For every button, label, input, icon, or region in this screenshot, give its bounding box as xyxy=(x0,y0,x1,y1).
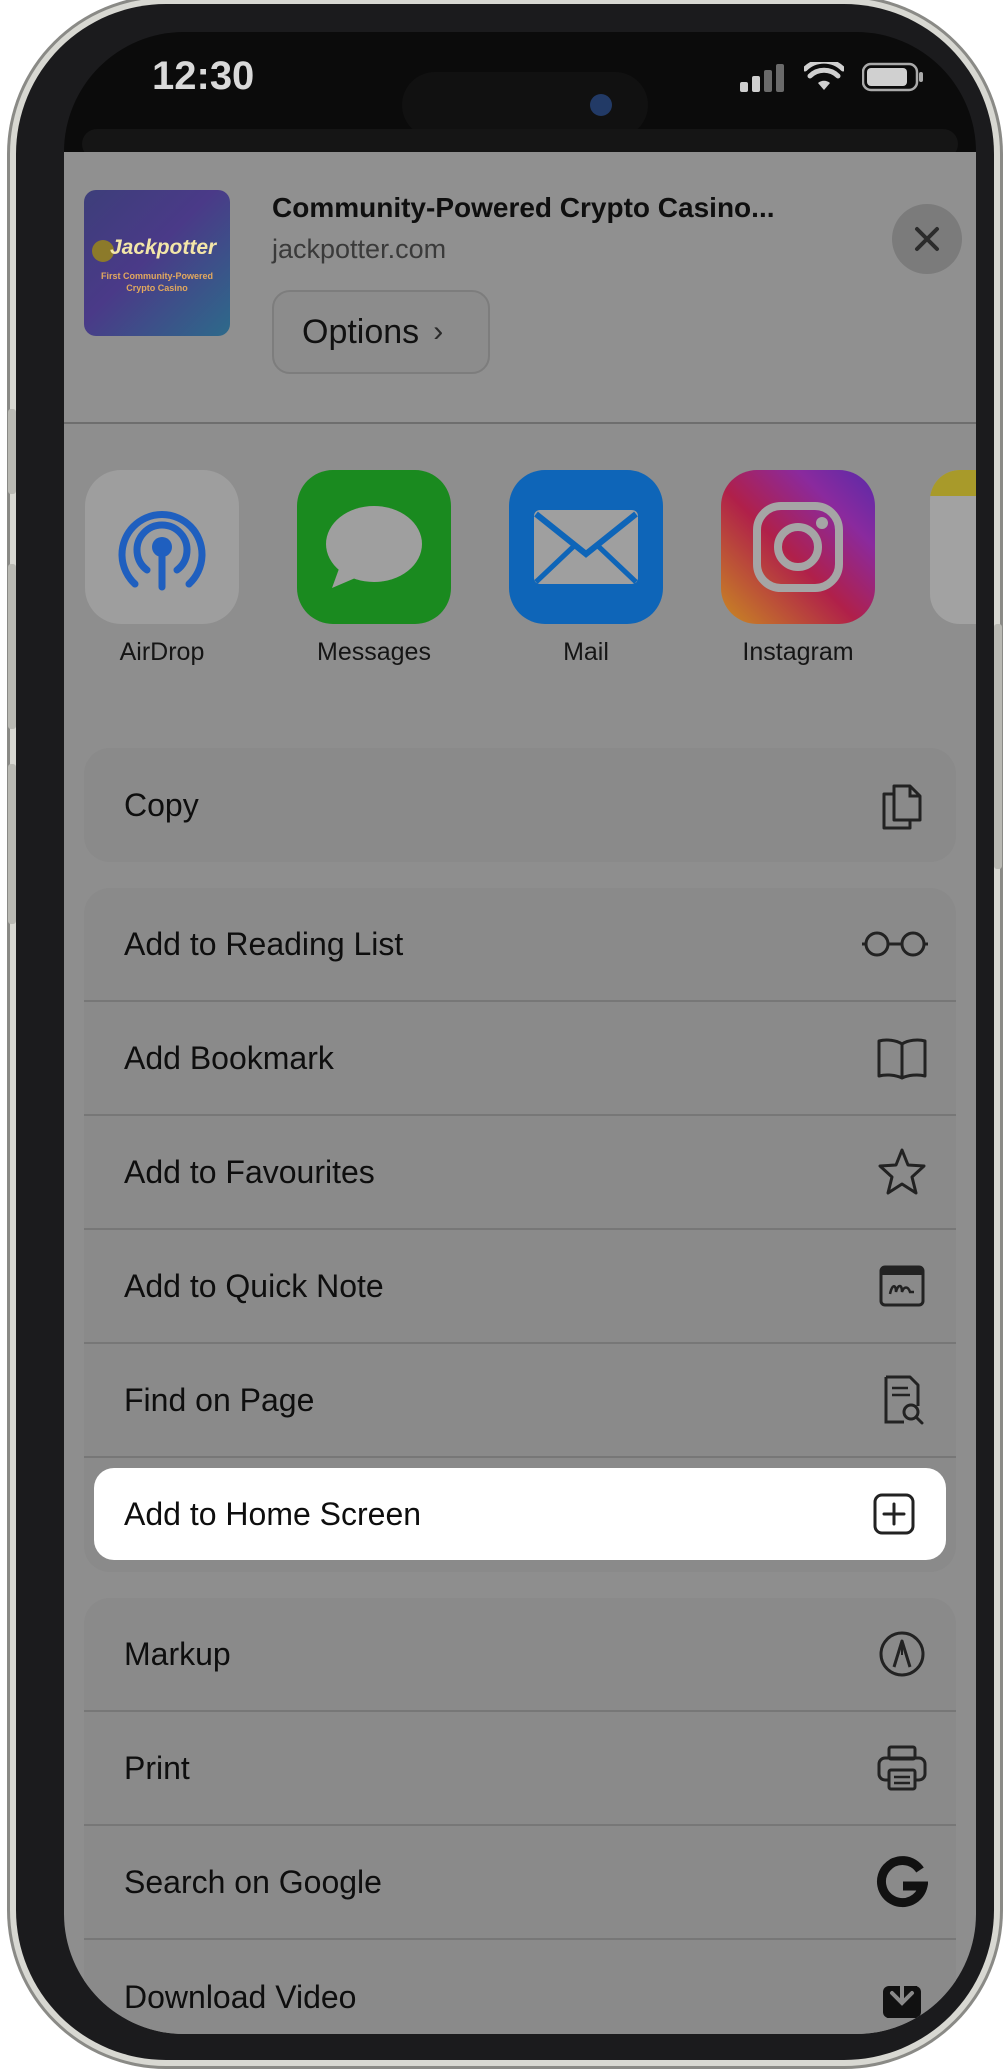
plus-square-icon xyxy=(866,1486,922,1542)
messages-icon xyxy=(297,470,451,624)
action-label: Add to Favourites xyxy=(124,1153,375,1190)
action-label: Download Video xyxy=(124,1978,357,2015)
options-button[interactable]: Options › xyxy=(272,290,490,374)
mail-icon xyxy=(509,470,663,624)
silent-switch xyxy=(8,409,16,494)
phone-screen: 12:30 Jackpotter First Community-Powered… xyxy=(64,32,976,2034)
quick-note-icon xyxy=(874,1258,930,1314)
google-icon xyxy=(874,1854,930,1910)
status-time: 12:30 xyxy=(152,54,255,98)
action-add-to-quick-note[interactable]: Add to Quick Note xyxy=(84,1230,956,1344)
markup-icon xyxy=(874,1626,930,1682)
app-label: Messages xyxy=(317,638,431,666)
app-label: Instagram xyxy=(742,638,854,666)
action-add-to-home-screen[interactable]: Add to Home Screen xyxy=(94,1468,946,1560)
book-icon xyxy=(874,1030,930,1086)
action-add-bookmark[interactable]: Add Bookmark xyxy=(84,1002,956,1116)
app-airdrop[interactable]: AirDrop xyxy=(84,470,240,667)
close-button[interactable] xyxy=(892,204,962,274)
page-url: jackpotter.com xyxy=(272,234,447,264)
power-button xyxy=(994,624,1002,869)
page-title: Community-Powered Crypto Casino... xyxy=(272,192,775,223)
instagram-icon xyxy=(721,470,875,624)
app-messages[interactable]: Messages xyxy=(296,470,452,667)
camera-dot xyxy=(590,94,612,116)
notes-icon xyxy=(930,470,976,624)
battery-icon xyxy=(862,62,923,92)
app-notes-partial[interactable] xyxy=(930,470,976,624)
app-label: AirDrop xyxy=(119,638,205,666)
action-group-2: Markup Print Search on Google Download V… xyxy=(84,1598,956,2034)
options-label: Options xyxy=(302,312,420,351)
star-icon xyxy=(874,1144,930,1200)
action-add-to-favourites[interactable]: Add to Favourites xyxy=(84,1116,956,1230)
action-copy[interactable]: Copy xyxy=(84,748,956,862)
airdrop-icon xyxy=(85,470,239,624)
close-icon xyxy=(915,227,939,251)
chevron-right-icon: › xyxy=(433,315,444,348)
share-sheet: Jackpotter First Community-Powered Crypt… xyxy=(64,152,976,2034)
action-label: Find on Page xyxy=(124,1381,315,1418)
action-markup[interactable]: Markup xyxy=(84,1598,956,1712)
find-doc-icon xyxy=(874,1372,930,1428)
thumbnail-subtitle: First Community-Powered Crypto Casino xyxy=(100,271,213,293)
action-search-on-google[interactable]: Search on Google xyxy=(84,1826,956,1940)
download-icon xyxy=(874,1969,930,2025)
signal-icon xyxy=(740,64,784,92)
phone-frame: 12:30 Jackpotter First Community-Powered… xyxy=(8,4,1002,2060)
action-group-1: Add to Reading List Add Bookmark Add to … xyxy=(84,888,956,1572)
glasses-icon xyxy=(860,916,930,972)
action-label: Add to Reading List xyxy=(124,925,404,962)
app-instagram[interactable]: Instagram xyxy=(720,470,876,667)
action-find-on-page[interactable]: Find on Page xyxy=(84,1344,956,1458)
wifi-icon xyxy=(804,62,844,90)
app-label: Mail xyxy=(563,638,609,666)
status-bar: 12:30 xyxy=(64,32,976,159)
share-header: Jackpotter First Community-Powered Crypt… xyxy=(64,152,976,424)
copy-icon xyxy=(874,777,930,833)
status-icons xyxy=(740,62,924,92)
app-mail[interactable]: Mail xyxy=(508,470,664,667)
volume-up-button xyxy=(8,564,16,729)
printer-icon xyxy=(874,1740,930,1796)
volume-down-button xyxy=(8,764,16,924)
action-print[interactable]: Print xyxy=(84,1712,956,1826)
action-label: Print xyxy=(124,1749,190,1786)
action-label: Copy xyxy=(124,786,199,823)
action-add-to-reading-list[interactable]: Add to Reading List xyxy=(84,888,956,1002)
page-thumbnail: Jackpotter First Community-Powered Crypt… xyxy=(84,190,230,336)
copy-group: Copy xyxy=(84,748,956,862)
action-label: Markup xyxy=(124,1635,231,1672)
action-download-video[interactable]: Download Video xyxy=(84,1940,956,2034)
thumbnail-title: Jackpotter xyxy=(110,236,217,259)
action-label: Add Bookmark xyxy=(124,1039,334,1076)
action-label: Search on Google xyxy=(124,1863,382,1900)
action-label: Add to Quick Note xyxy=(124,1267,384,1304)
action-label: Add to Home Screen xyxy=(124,1495,422,1532)
app-row: AirDrop Messages Mail Instagram xyxy=(64,470,976,700)
